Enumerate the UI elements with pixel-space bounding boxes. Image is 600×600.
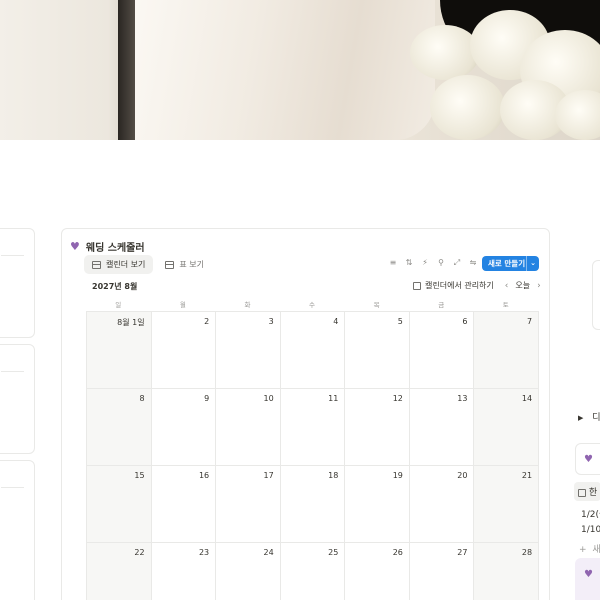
expand-icon[interactable]: ⤢ [453, 258, 461, 268]
calendar-week: 15 16 17 18 19 20 21 [87, 466, 540, 543]
calendar-day[interactable]: 13 [409, 389, 475, 466]
calendar-icon [413, 281, 421, 290]
weekday-label: 일 [115, 301, 122, 309]
calendar-day[interactable]: 19 [345, 466, 410, 543]
calendar-day[interactable]: 5 [345, 312, 410, 389]
view-tabs: 캘린더 보기 표 보기 [84, 255, 212, 274]
search-icon[interactable]: ⚲ [437, 258, 445, 268]
calendar-day[interactable]: 10 [216, 389, 281, 466]
month-label: 2027년 8월 [92, 282, 138, 291]
sort-icon[interactable]: ⇅ [405, 258, 413, 268]
calendar-day[interactable]: 4 [280, 312, 346, 389]
filter-icon[interactable]: ≡ [389, 258, 397, 268]
weekday-label: 토 [502, 301, 509, 309]
calendar-title[interactable]: 웨딩 스케줄러 [86, 239, 145, 254]
calendar-grid: 8월 1일 2 3 4 5 6 7 8 9 10 11 12 13 14 15 … [86, 311, 540, 600]
calendar-widget: ♥ 웨딩 스케줄러 캘린더 보기 표 보기 ≡ ⇅ ⚡︎ ⚲ ⤢ ⇋ 새로 만들… [61, 228, 550, 600]
weekday-label: 금 [438, 301, 445, 309]
calendar-day[interactable]: 8 [87, 389, 152, 466]
calendar-day[interactable]: 25 [280, 543, 346, 600]
cover-image [0, 0, 600, 140]
calendar-day[interactable]: 16 [151, 466, 217, 543]
left-card-1 [0, 228, 35, 338]
calendar-day[interactable]: 17 [216, 466, 281, 543]
calendar-day[interactable]: 3 [216, 312, 281, 389]
right-card-mid: ♥ [575, 443, 600, 475]
heart-icon: ♥ [70, 240, 80, 253]
calendar-day[interactable]: 15 [87, 466, 152, 543]
left-card-3 [0, 460, 35, 600]
list-item[interactable]: 1/10( [581, 525, 600, 535]
chevron-right-icon[interactable]: › [537, 281, 541, 291]
weekday-label: 월 [179, 301, 186, 309]
calendar-week: 8월 1일 2 3 4 5 6 7 [87, 312, 540, 389]
calendar-title-row: ♥ 웨딩 스케줄러 [70, 239, 145, 254]
heart-icon: ♥ [584, 454, 593, 465]
calendar-day[interactable]: 23 [151, 543, 217, 600]
calendar-day[interactable]: 28 [474, 543, 540, 600]
calendar-day[interactable]: 2 [151, 312, 217, 389]
heart-icon: ♥ [584, 569, 593, 580]
new-row-button[interactable]: + 새 [579, 542, 600, 555]
weekday-label: 화 [244, 301, 251, 309]
weekday-label: 수 [309, 301, 316, 309]
calendar-day[interactable]: 26 [345, 543, 410, 600]
calendar-day[interactable]: 22 [87, 543, 152, 600]
calendar-day[interactable]: 6 [409, 312, 475, 389]
calendar-day[interactable]: 7 [474, 312, 540, 389]
triangle-right-icon: ▶ [578, 414, 584, 422]
tab-table-view[interactable]: 표 보기 [157, 255, 212, 274]
calendar-week: 8 9 10 11 12 13 14 [87, 389, 540, 466]
settings-icon[interactable]: ⇋ [469, 258, 477, 268]
plus-icon: + [579, 545, 587, 555]
table-icon [165, 260, 175, 269]
chevron-down-icon[interactable]: ⌄ [526, 256, 539, 271]
lightning-icon[interactable]: ⚡︎ [421, 258, 429, 268]
new-button[interactable]: 새로 만들기 ⌄ [482, 256, 539, 271]
right-card-top [592, 260, 600, 330]
calendar-day[interactable]: 20 [409, 466, 475, 543]
weekday-label: 목 [373, 301, 380, 309]
left-card-2 [0, 344, 35, 454]
calendar-day[interactable]: 24 [216, 543, 281, 600]
calendar-icon [92, 260, 101, 269]
right-panel: ▶ 디 ♥ 한 1/2(금 1/10( + 새 ♥ [570, 0, 600, 600]
calendar-icon [578, 488, 586, 497]
calendar-nav: 캘린더에서 관리하기 ‹ 오늘 › [409, 278, 541, 293]
weekday-header: 일 월 화 수 목 금 토 [86, 299, 538, 309]
manage-in-calendar-button[interactable]: 캘린더에서 관리하기 [409, 278, 498, 293]
right-card-bottom: ♥ [575, 558, 600, 600]
calendar-day[interactable]: 8월 1일 [87, 312, 152, 389]
calendar-day[interactable]: 9 [151, 389, 217, 466]
toolbar: ≡ ⇅ ⚡︎ ⚲ ⤢ ⇋ [389, 258, 477, 268]
calendar-day[interactable]: 12 [345, 389, 410, 466]
calendar-day[interactable]: 21 [474, 466, 540, 543]
calendar-week: 22 23 24 25 26 27 28 [87, 543, 540, 600]
chevron-left-icon[interactable]: ‹ [505, 281, 509, 291]
today-button[interactable]: 오늘 [515, 280, 530, 291]
calendar-day[interactable]: 18 [280, 466, 346, 543]
tab-calendar-view[interactable]: 캘린더 보기 [84, 255, 154, 274]
toggle-row[interactable]: ▶ 디 [578, 410, 600, 423]
calendar-day[interactable]: 27 [409, 543, 475, 600]
calendar-day[interactable]: 11 [280, 389, 346, 466]
list-item[interactable]: 1/2(금 [581, 507, 600, 520]
table-tab[interactable]: 한 [574, 482, 600, 501]
calendar-day[interactable]: 14 [474, 389, 540, 466]
